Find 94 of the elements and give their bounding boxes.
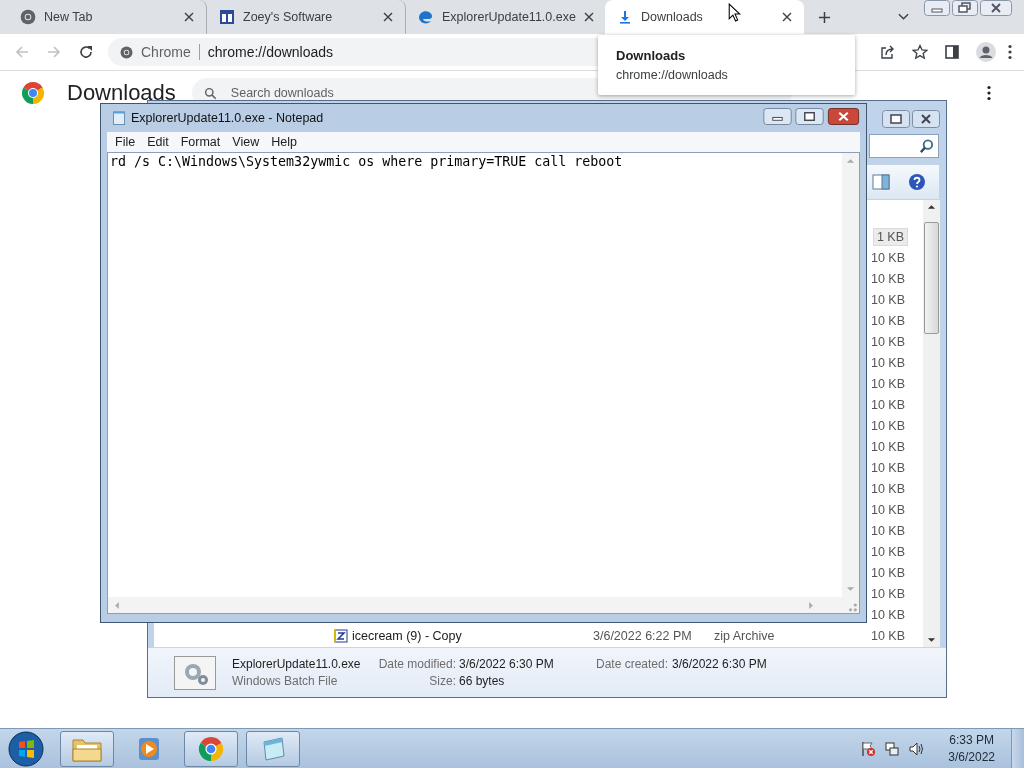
scroll-down-icon[interactable] (927, 637, 936, 643)
taskbar-button[interactable] (246, 730, 300, 767)
layout-icon (219, 9, 235, 25)
file-size[interactable]: 10 KB (867, 522, 908, 539)
file-size[interactable]: 10 KB (867, 396, 908, 413)
file-size[interactable]: 10 KB (867, 606, 908, 623)
field-value: 3/6/2022 6:30 PM (459, 657, 555, 671)
chrome-icon (196, 735, 226, 762)
help-icon[interactable] (908, 173, 926, 191)
more-icon[interactable] (987, 85, 991, 101)
file-size[interactable]: 10 KB (867, 417, 908, 434)
file-size[interactable]: 10 KB (867, 585, 908, 602)
clock-date[interactable]: 3/6/2022 (948, 748, 995, 766)
search-icon (203, 86, 217, 100)
browser-tab[interactable]: New Tab (8, 0, 207, 34)
menu-item[interactable]: File (109, 135, 142, 149)
swirl-icon (418, 9, 434, 25)
url-text: chrome://downloads (207, 44, 334, 60)
file-size[interactable]: 10 KB (867, 564, 908, 581)
start-button[interactable] (8, 730, 44, 767)
menu-icon[interactable] (1008, 44, 1012, 60)
scrollbar[interactable] (923, 200, 940, 647)
browser-tab[interactable]: ExplorerUpdate11.0.exe (406, 0, 605, 34)
maximize-icon[interactable] (795, 107, 824, 125)
file-name: ExplorerUpdate11.0.exe (232, 657, 362, 671)
browser-tab[interactable]: Zoey's Software (207, 0, 406, 34)
notepad-icon (113, 111, 125, 125)
file-size[interactable]: 10 KB (867, 291, 908, 308)
file-size[interactable]: 10 KB (867, 270, 908, 287)
close-icon[interactable] (383, 12, 393, 22)
speaker-icon[interactable] (908, 740, 925, 757)
browser-tab[interactable]: Downloads (605, 0, 804, 34)
file-type: Windows Batch File (232, 674, 339, 688)
close-icon[interactable] (583, 12, 594, 22)
side-panel-icon[interactable] (944, 44, 960, 60)
close-icon[interactable] (827, 107, 860, 125)
menu-item[interactable]: View (226, 135, 266, 149)
tooltip-title: Downloads (616, 48, 687, 63)
file-size[interactable]: 10 KB (867, 312, 908, 329)
file-size[interactable]: 10 KB (867, 333, 908, 350)
scroll-thumb[interactable] (924, 222, 939, 334)
search-field[interactable] (869, 134, 939, 158)
clock-time[interactable]: 6:33 PM (949, 731, 994, 749)
file-size[interactable]: 10 KB (867, 501, 908, 518)
file-size[interactable]: 10 KB (867, 249, 908, 266)
field-label: Date modified: (377, 657, 457, 671)
cursor-icon (728, 3, 741, 22)
close-icon[interactable] (980, 0, 1012, 16)
chrome-logo (21, 81, 45, 105)
zip-file-icon (334, 628, 348, 643)
flag-icon[interactable] (860, 740, 877, 757)
menu-item[interactable]: Edit (141, 135, 175, 149)
new-tab-icon[interactable] (818, 11, 831, 24)
close-icon[interactable] (184, 12, 194, 22)
scroll-up-icon[interactable] (927, 204, 936, 210)
file-size[interactable]: 10 KB (867, 627, 908, 644)
file-size[interactable]: 10 KB (867, 543, 908, 560)
reload-icon[interactable] (78, 44, 94, 60)
taskbar-button[interactable] (184, 730, 238, 767)
menu-item[interactable]: Format (174, 135, 227, 149)
file-date: 3/6/2022 6:22 PM (593, 628, 693, 643)
maximize-icon[interactable] (882, 110, 910, 128)
taskbar-button[interactable] (60, 730, 114, 767)
preview-pane-icon[interactable] (872, 173, 890, 191)
chrome-icon (120, 45, 133, 59)
search-icon (919, 138, 934, 154)
menu-item[interactable]: Help (265, 135, 303, 149)
file-size[interactable]: 10 KB (867, 354, 908, 371)
file-type: zip Archive (714, 628, 776, 643)
file-size[interactable]: 10 KB (867, 375, 908, 392)
file-size[interactable]: 1 KB (872, 227, 908, 246)
page-title: Downloads (67, 82, 176, 104)
download-icon (617, 9, 633, 25)
window-title: ExplorerUpdate11.0.exe - Notepad (131, 111, 324, 125)
field-value: 66 bytes (459, 674, 506, 688)
file-name: icecream (9) - Copy (352, 628, 462, 643)
share-icon[interactable] (880, 44, 896, 60)
restore-icon[interactable] (952, 0, 978, 16)
field-value: 3/6/2022 6:30 PM (672, 657, 767, 671)
file-size[interactable]: 10 KB (867, 459, 908, 476)
star-icon[interactable] (912, 44, 928, 60)
chevron-down-icon[interactable] (898, 13, 909, 21)
minimize-icon[interactable] (763, 107, 792, 125)
gear-file-icon (174, 655, 216, 690)
chrome-icon (20, 9, 36, 25)
file-size[interactable]: 10 KB (867, 438, 908, 455)
profile-icon[interactable] (976, 42, 996, 62)
field-label: Size: (428, 674, 457, 688)
field-label: Date created: (596, 657, 670, 671)
file-size[interactable]: 10 KB (867, 480, 908, 497)
close-icon[interactable] (912, 110, 940, 128)
network-icon[interactable] (884, 740, 901, 757)
close-icon[interactable] (782, 12, 792, 22)
site-chip: Chrome (141, 44, 200, 60)
